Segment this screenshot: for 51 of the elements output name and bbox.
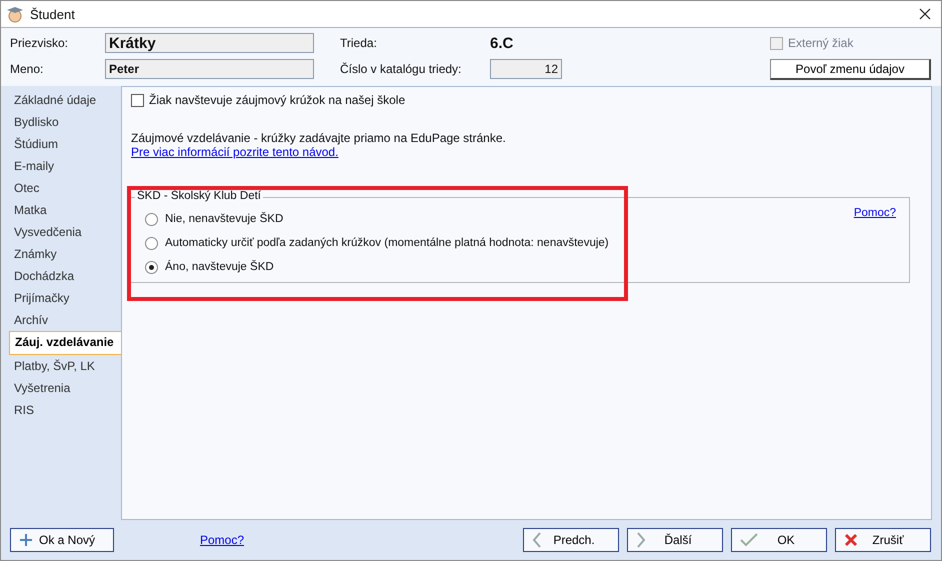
sidebar-item[interactable]: Prijímačky — [9, 287, 121, 309]
class-label: Trieda: — [340, 36, 378, 50]
chevron-right-icon — [636, 532, 646, 548]
dialog-button[interactable]: Ďalší — [627, 528, 723, 552]
checkmark-icon — [740, 533, 758, 547]
dialog-button[interactable]: OK — [731, 528, 827, 552]
sidebar-item[interactable]: Platby, ŠvP, LK — [9, 355, 121, 377]
radio-label: Áno, navštevuje ŠKD — [165, 261, 274, 273]
sidebar-item[interactable]: Otec — [9, 177, 121, 199]
plus-icon — [19, 533, 33, 547]
checkbox-label: Žiak navštevuje záujmový krúžok na našej škole — [149, 93, 406, 107]
surname-field[interactable]: Krátky — [105, 33, 314, 53]
radio-button[interactable] — [145, 212, 158, 226]
sidebar-item[interactable]: Štúdium — [9, 133, 121, 155]
sidebar-item[interactable]: Vysvedčenia — [9, 221, 121, 243]
sidebar-item[interactable]: Dochádzka — [9, 265, 121, 287]
help-link[interactable]: Pomoc? — [854, 207, 896, 219]
unlock-button[interactable]: Povoľ zmenu údajov — [770, 58, 931, 80]
group-title: ŠKD - Školský Klub Detí — [135, 190, 263, 202]
dialog-button[interactable]: Predch. — [523, 528, 619, 552]
sidebar-item[interactable]: E-maily — [9, 155, 121, 177]
info-text: Záujmové vzdelávanie - krúžky zadávajte priamo na EduPage stránke. — [131, 131, 507, 145]
guide-link[interactable]: Pre viac informácií pozrite tento návod. — [131, 145, 338, 159]
radio-label: Automaticky určiť podľa zadaných krúžkov (momentálne platná hodnota: nenavštevuje) — [165, 237, 609, 249]
dialog-button[interactable]: Zrušiť — [835, 528, 931, 552]
sidebar-item[interactable]: RIS — [9, 399, 121, 421]
chevron-left-icon — [532, 532, 542, 548]
catalog-label: Číslo v katalógu triedy: — [340, 62, 462, 76]
name-field[interactable]: Peter — [105, 59, 314, 79]
sidebar-item[interactable]: Známky — [9, 243, 121, 265]
sidebar-item[interactable]: Archív — [9, 309, 121, 331]
checkbox-label: Externý žiak — [788, 36, 854, 50]
ok-new-button[interactable]: Ok a Nový — [10, 528, 114, 552]
name-label: Meno: — [10, 62, 44, 76]
checkbox[interactable] — [131, 94, 144, 106]
catalog-field[interactable]: 12 — [490, 59, 562, 79]
help-link[interactable]: Pomoc? — [200, 533, 244, 547]
class-value: 6.C — [490, 34, 514, 52]
sidebar-item[interactable]: Vyšetrenia — [9, 377, 121, 399]
radio-label: Nie, nenavštevuje ŠKD — [165, 213, 284, 225]
sidebar-item[interactable]: Matka — [9, 199, 121, 221]
sidebar-item[interactable]: Bydlisko — [9, 111, 121, 133]
radio-button[interactable] — [145, 236, 158, 250]
surname-label: Priezvisko: — [10, 36, 70, 50]
graduate-icon — [6, 5, 24, 23]
radio-button[interactable] — [145, 260, 158, 274]
close-icon[interactable] — [919, 8, 931, 20]
cross-icon — [844, 533, 858, 547]
sidebar-item[interactable]: Základné údaje — [9, 89, 121, 111]
window-title: Študent — [30, 6, 75, 22]
sidebar-item[interactable]: Záuj. vzdelávanie — [9, 331, 121, 355]
